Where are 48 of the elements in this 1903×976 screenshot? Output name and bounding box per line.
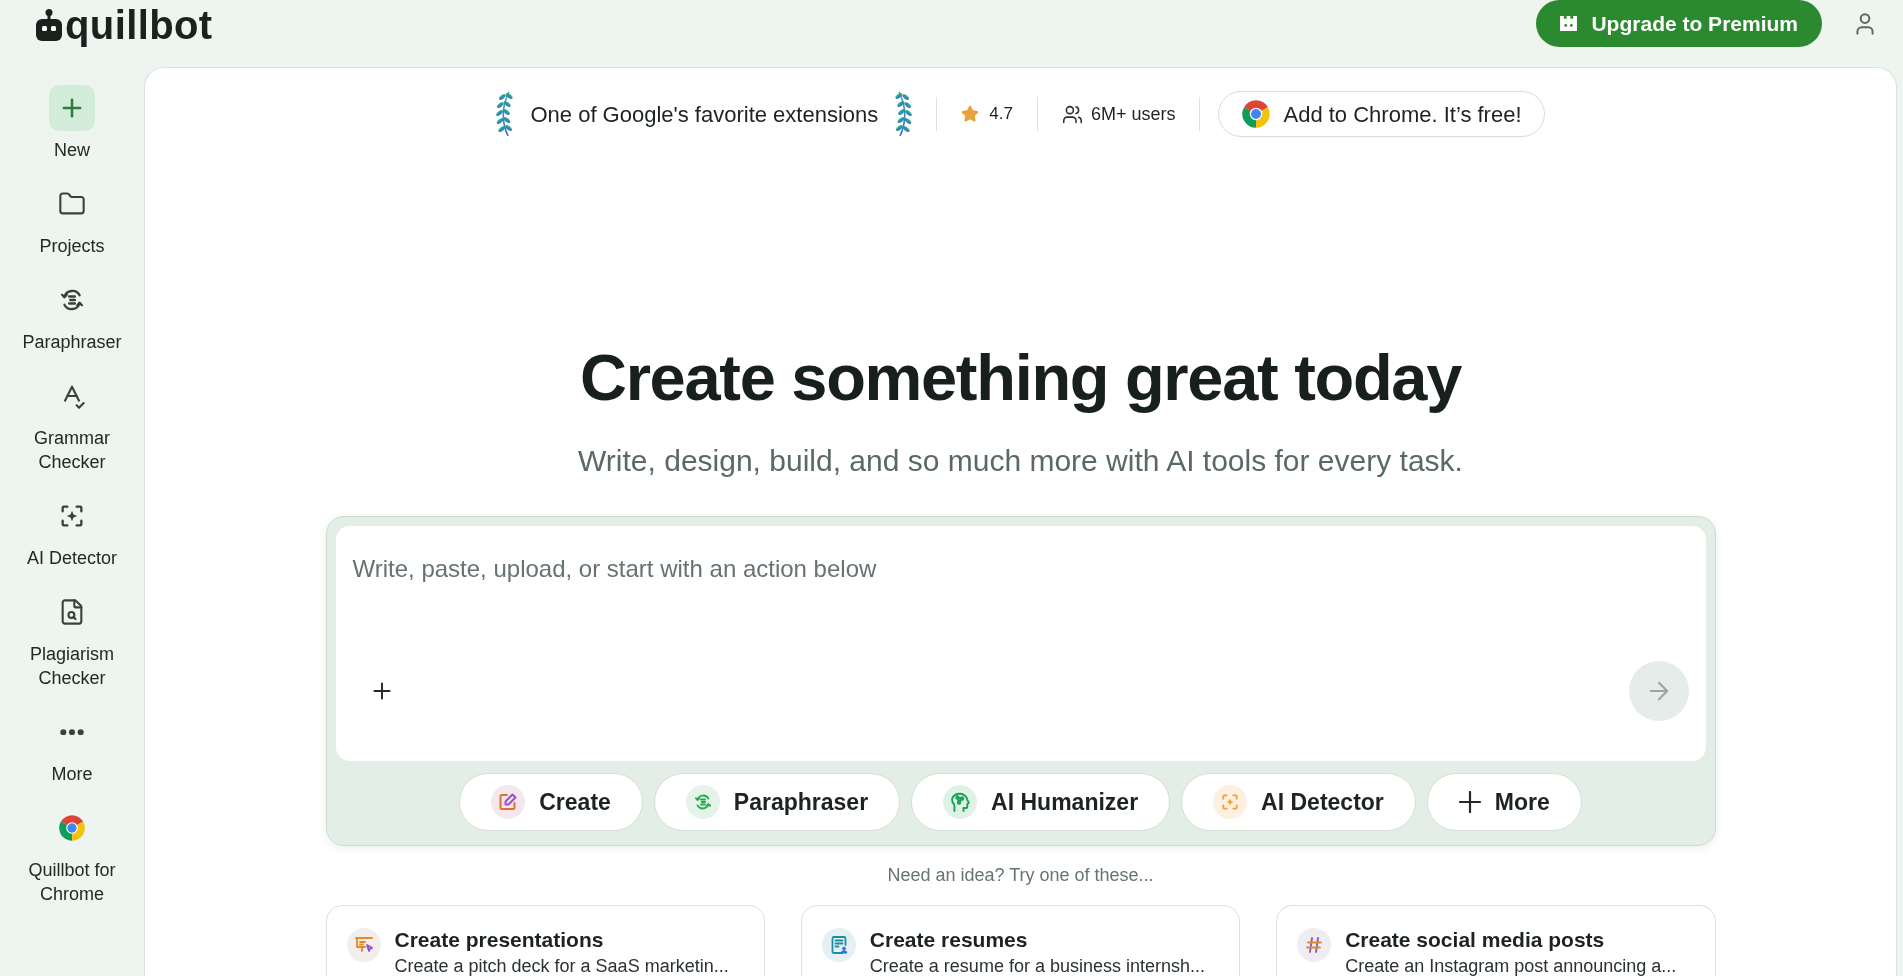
cycle-arrows-icon	[685, 785, 720, 819]
sidebar-item[interactable]: AI Detector	[26, 493, 117, 570]
upgrade-button[interactable]: Upgrade to Premium	[1536, 0, 1822, 47]
robot-head-icon	[36, 9, 62, 41]
users-count: 6M+ users	[1090, 102, 1176, 126]
ellipsis-icon	[60, 728, 84, 736]
head-icon	[943, 785, 978, 819]
prompt-box[interactable]: Write, paste, upload, or start with an action below	[335, 526, 1706, 761]
plus-icon	[1458, 791, 1481, 813]
award-text: One of Google's favorite extensions	[530, 100, 879, 129]
sidebar-item[interactable]: More	[49, 709, 95, 786]
presentation-icon	[346, 928, 381, 962]
action-chip[interactable]: AI Humanizer	[911, 773, 1171, 831]
action-chip[interactable]: Paraphraser	[653, 773, 901, 831]
sidebar-item[interactable]: New	[49, 85, 95, 162]
action-chip[interactable]: More	[1426, 773, 1582, 831]
sidebar-item[interactable]: Grammar Checker	[10, 373, 134, 474]
crown-icon	[1560, 16, 1578, 31]
sidebar-item[interactable]: Paraphraser	[22, 277, 122, 354]
suggestion-card[interactable]: Create presentations Create a pitch deck for a SaaS marketin...	[325, 905, 765, 976]
star-icon	[961, 105, 980, 123]
sidebar-item[interactable]: Projects	[39, 181, 105, 258]
resume-icon	[821, 928, 856, 962]
plus-icon	[49, 85, 95, 131]
card-description: Create a resume for a business internsh...	[869, 956, 1205, 976]
action-chip[interactable]: Create	[459, 773, 643, 831]
card-title: Create social media posts	[1345, 928, 1606, 952]
prompt-field[interactable]: Write, paste, upload, or start with an action below	[335, 526, 1706, 661]
add-to-chrome-button[interactable]: Add to Chrome. It’s free!	[1218, 91, 1545, 137]
suggestion-card[interactable]: Create resumes Create a resume for a business internsh...	[800, 905, 1241, 976]
card-title: Create presentations	[394, 928, 605, 952]
card-description: Create an Instagram post announcing a...	[1345, 956, 1677, 976]
rating-text: 4.7	[989, 103, 1013, 126]
card-title: Create resumes	[869, 928, 1029, 952]
suggestion-card[interactable]: Create social media posts Create an Instagram post announcing a...	[1276, 905, 1716, 976]
logo[interactable]: quillbot	[36, 5, 213, 45]
action-chip[interactable]: AI Detector	[1181, 773, 1416, 831]
chrome-logo-icon	[58, 814, 86, 842]
hero-title: Create something great today	[580, 344, 1461, 412]
sidebar-item[interactable]: Quillbot for Chrome	[10, 805, 134, 906]
suggestion-prompt: Need an idea? Try one of these...	[887, 865, 1154, 885]
users-icon	[1061, 103, 1083, 125]
chrome-logo-icon	[1241, 99, 1272, 129]
scan-sparkle-icon	[1213, 785, 1248, 819]
hero-subtitle: Write, design, build, and so much more with AI tools for every task.	[578, 443, 1463, 479]
card-description: Create a pitch deck for a SaaS marketin...	[394, 956, 729, 976]
sidebar-item[interactable]: Plagiarism Checker	[10, 589, 134, 690]
hash-icon	[1297, 928, 1332, 962]
